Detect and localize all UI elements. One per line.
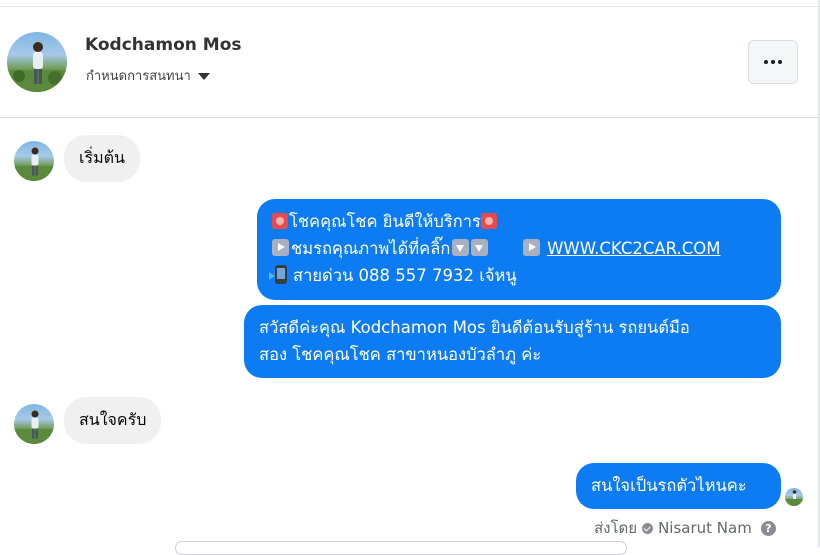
red-square-emoji-icon <box>272 213 288 229</box>
verified-check-icon <box>642 522 654 534</box>
message-line: สายด่วน 088 557 7932 เจ้หนู <box>269 262 766 289</box>
message-line: สวัสดีค่ะคุณ Kodchamon Mos ยินดีต้อนรับส… <box>259 318 690 337</box>
message-composer[interactable] <box>175 541 627 555</box>
message-text: สายด่วน 088 557 7932 เจ้หนู <box>293 266 517 285</box>
play-button-emoji-icon <box>522 239 540 256</box>
message-text: สนใจครับ <box>79 410 147 429</box>
website-link[interactable]: WWW.CKC2CAR.COM <box>547 239 720 258</box>
sender-avatar[interactable] <box>14 141 54 181</box>
message-text: ชมรถคุณภาพได้ที่คลิ๊ก <box>291 239 451 258</box>
sent-by-info: ส่งโดย Nisarut Nam ? <box>594 516 776 540</box>
more-icon <box>764 60 782 64</box>
message-text: เริ่มต้น <box>79 148 125 167</box>
message-bubble-outgoing[interactable]: สนใจเป็นรถตัวไหนคะ <box>576 463 781 509</box>
message-bubble-incoming[interactable]: เริ่มต้น <box>64 135 140 182</box>
conversation-header: Kodchamon Mos กำหนดการสนทนา <box>0 7 818 118</box>
message-text: สนใจเป็นรถตัวไหนคะ <box>591 476 747 495</box>
message-text: โชคคุณโชค ยินดีให้บริการ <box>289 212 481 231</box>
message-bubble-incoming[interactable]: สนใจครับ <box>64 397 162 444</box>
message-line: ชมรถคุณภาพได้ที่คลิ๊ก WWW.CKC2CAR.COM <box>272 235 766 262</box>
more-options-button[interactable] <box>748 40 798 84</box>
customize-chat-link[interactable]: กำหนดการสนทนา <box>86 65 210 86</box>
message-bubble-outgoing[interactable]: สวัสดีค่ะคุณ Kodchamon Mos ยินดีต้อนรับส… <box>244 305 781 378</box>
person-photo-icon <box>14 147 54 181</box>
person-photo-icon <box>14 410 54 444</box>
sender-avatar[interactable] <box>14 404 54 444</box>
message-line: สอง โชคคุณโชค สาขาหนองบัวลำภู ค่ะ <box>259 345 542 364</box>
play-button-emoji-icon <box>272 239 289 256</box>
person-photo-icon <box>785 490 803 506</box>
down-arrow-emoji-icon <box>471 239 489 256</box>
person-photo-icon <box>7 42 67 92</box>
sender-name: Nisarut Nam <box>658 519 752 537</box>
sent-by-label: ส่งโดย <box>594 519 638 537</box>
chevron-down-icon <box>197 73 210 80</box>
customize-chat-label: กำหนดการสนทนา <box>86 69 191 84</box>
help-icon[interactable]: ? <box>760 520 776 536</box>
contact-avatar[interactable] <box>7 32 67 92</box>
down-arrow-emoji-icon <box>452 239 470 256</box>
red-square-emoji-icon <box>480 213 497 229</box>
message-bubble-outgoing[interactable]: โชคคุณโชค ยินดีให้บริการ ชมรถคุณภาพได้ที… <box>257 199 781 300</box>
seen-by-avatar <box>785 488 803 506</box>
mobile-phone-arrow-emoji-icon <box>269 265 287 284</box>
contact-name: Kodchamon Mos <box>85 35 242 55</box>
message-line: โชคคุณโชค ยินดีให้บริการ <box>272 208 766 235</box>
